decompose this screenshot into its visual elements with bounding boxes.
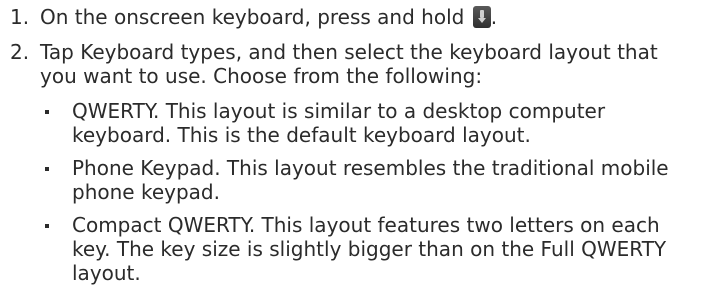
step-1-text-after: .	[490, 5, 498, 29]
step-2-prefix: Tap	[40, 40, 81, 64]
option-qwerty-rest: . This layout is similar to a desktop co…	[152, 99, 606, 123]
bullet-icon	[45, 224, 49, 228]
option-compact-qwerty-name: Compact QWERTY	[72, 213, 249, 237]
step-2-number: 2.	[10, 40, 30, 64]
bullet-icon	[45, 110, 49, 114]
step-1-number: 1.	[10, 5, 30, 29]
option-phone-keypad-line-2: phone keypad.	[72, 180, 220, 204]
option-qwerty-line-1: QWERTY. This layout is similar to a desk…	[72, 99, 605, 123]
option-compact-qwerty-line-2: key. The key size is slightly bigger tha…	[72, 237, 667, 261]
option-phone-keypad-rest: . This layout resembles the traditional …	[214, 156, 669, 180]
option-compact-qwerty-rest: . This layout features two letters on ea…	[248, 213, 660, 237]
option-compact-qwerty-line-3: layout.	[72, 261, 141, 285]
instructions: 1. On the onscreen keyboard, press and h…	[0, 0, 704, 292]
step-1-text: On the onscreen keyboard, press and hold…	[40, 5, 497, 29]
keyboard-key-icon	[472, 6, 491, 28]
step-1-text-before: On the onscreen keyboard, press and hold	[40, 5, 465, 29]
step-2-keyword: Keyboard types	[80, 40, 236, 64]
step-2-line-2: you want to use. Choose from the followi…	[40, 64, 483, 88]
option-qwerty-name: QWERTY	[72, 99, 153, 123]
bullet-icon	[45, 167, 49, 171]
option-phone-keypad-name: Phone Keypad	[72, 156, 215, 180]
option-phone-keypad-line-1: Phone Keypad. This layout resembles the …	[72, 156, 669, 180]
step-2-suffix: , and then select the keyboard layout th…	[235, 40, 658, 64]
step-2-line-1: Tap Keyboard types, and then select the …	[40, 40, 658, 64]
option-compact-qwerty-line-1: Compact QWERTY. This layout features two…	[72, 213, 660, 237]
option-qwerty-line-2: keyboard. This is the default keyboard l…	[72, 123, 531, 147]
